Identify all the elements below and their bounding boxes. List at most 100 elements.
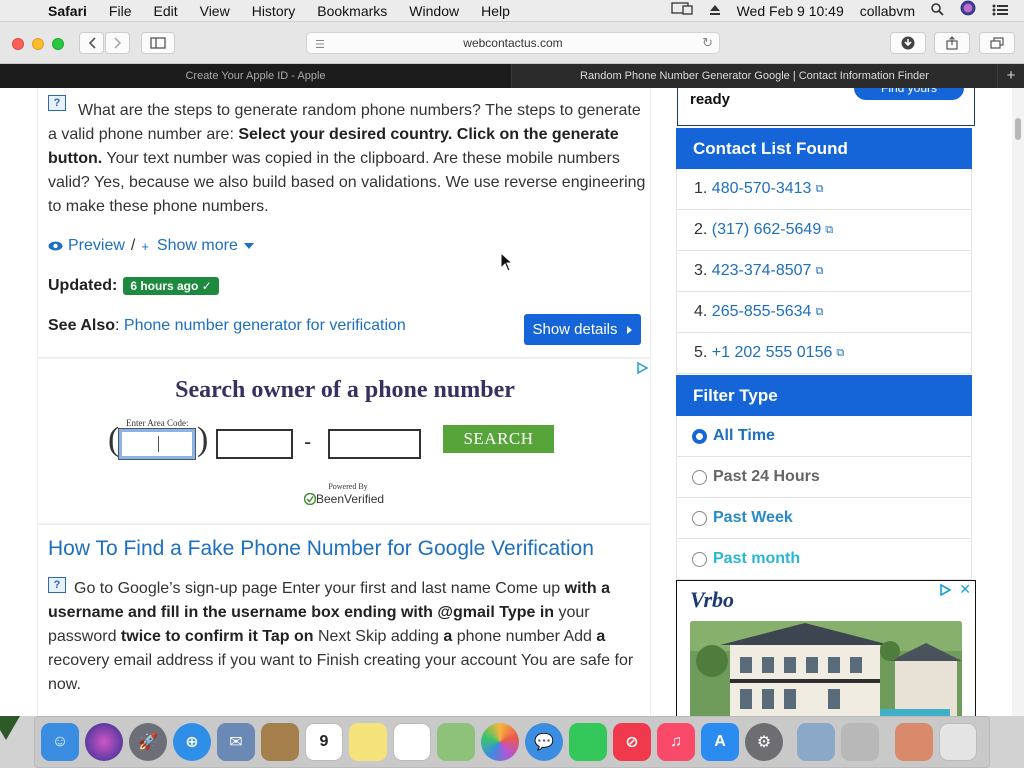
a2-text-3: Next Skip adding xyxy=(313,628,444,645)
radio-icon[interactable] xyxy=(692,469,707,485)
maps-icon[interactable] xyxy=(437,723,475,761)
updated-label: Updated xyxy=(48,277,112,294)
finder-icon[interactable]: ☺ xyxy=(41,723,79,761)
show-more-link[interactable]: + Show more xyxy=(141,237,255,255)
contact-phone-link[interactable]: 265-855-5634 xyxy=(712,303,812,321)
notification-center-icon[interactable] xyxy=(984,0,1016,22)
scrollbar-thumb[interactable] xyxy=(1015,118,1021,140)
music-icon[interactable]: ♫ xyxy=(657,723,695,761)
adchoices-icon[interactable] xyxy=(940,583,952,601)
siri-icon[interactable] xyxy=(952,0,984,22)
photos-icon[interactable] xyxy=(481,723,519,761)
page-scrollbar[interactable] xyxy=(1012,88,1024,716)
display-icon[interactable] xyxy=(663,0,701,22)
menu-app-name[interactable]: Safari xyxy=(44,0,98,22)
preview-link[interactable]: Preview xyxy=(48,237,125,255)
forward-button[interactable] xyxy=(105,32,130,54)
menu-help[interactable]: Help xyxy=(470,0,521,22)
close-window-icon[interactable] xyxy=(12,38,24,50)
desktop-wallpaper-corner xyxy=(0,716,20,740)
article-actions: Preview / + Show more xyxy=(48,237,255,255)
article-card: ? What are the steps to generate random … xyxy=(37,88,651,358)
filter-option-24h[interactable]: Past 24 Hours xyxy=(676,457,972,498)
filter-label: Past Week xyxy=(713,509,793,526)
tab-phone-generator[interactable]: Random Phone Number Generator Google | C… xyxy=(512,64,998,88)
notes-icon[interactable] xyxy=(349,723,387,761)
minimize-window-icon[interactable] xyxy=(32,38,44,50)
contact-phone-link[interactable]: +1 202 555 0156 xyxy=(712,344,833,362)
contact-item[interactable]: 2. (317) 662-5649 ⧉ xyxy=(676,210,972,251)
contact-item[interactable]: 3. 423-374-8507 ⧉ xyxy=(676,251,972,292)
ad-title: Search owner of a phone number xyxy=(175,377,515,403)
tab-create-apple-id[interactable]: Create Your Apple ID - Apple xyxy=(0,64,512,88)
trash-icon[interactable] xyxy=(939,723,977,761)
menu-window[interactable]: Window xyxy=(398,0,470,22)
menu-bookmarks[interactable]: Bookmarks xyxy=(306,0,398,22)
keychain-icon[interactable] xyxy=(841,723,879,761)
messages-icon[interactable]: 💬 xyxy=(525,723,563,761)
reminders-icon[interactable] xyxy=(393,723,431,761)
downloads-stack-icon[interactable] xyxy=(895,723,933,761)
reload-icon[interactable]: ↻ xyxy=(702,35,713,51)
see-also-link[interactable]: Phone number generator for verification xyxy=(124,317,406,334)
contact-item[interactable]: 5. +1 202 555 0156 ⧉ xyxy=(676,333,972,374)
show-details-button[interactable]: Show details xyxy=(524,314,641,345)
filter-option-month[interactable]: Past month xyxy=(676,539,972,580)
tab-overview-button[interactable] xyxy=(979,32,1015,54)
see-also-row: See Also: Phone number generator for ver… xyxy=(48,317,406,334)
safari-icon[interactable]: ⊕ xyxy=(173,723,211,761)
back-button[interactable] xyxy=(79,32,104,54)
phone-line-input[interactable] xyxy=(328,429,421,459)
menu-user[interactable]: collabvm xyxy=(852,0,923,22)
contact-phone-link[interactable]: 480-570-3413 xyxy=(712,180,812,198)
system-preferences-icon[interactable]: ⚙ xyxy=(745,723,783,761)
filter-label: Past 24 Hours xyxy=(713,468,820,485)
filter-option-all-time[interactable]: All Time xyxy=(676,416,972,457)
article-answer: What are the steps to generate random ph… xyxy=(48,99,646,219)
mail-icon[interactable]: ✉ xyxy=(217,723,255,761)
menu-edit[interactable]: Edit xyxy=(142,0,188,22)
check-circle-icon: ✓ xyxy=(201,279,212,293)
calendar-icon[interactable]: 9 xyxy=(305,723,343,761)
contact-item[interactable]: 1. 480-570-3413 ⧉ xyxy=(676,169,972,210)
spotlight-icon[interactable] xyxy=(923,0,952,22)
preview-app-icon[interactable] xyxy=(797,723,835,761)
article-2-title[interactable]: How To Find a Fake Phone Number for Goog… xyxy=(48,537,594,561)
radio-icon[interactable] xyxy=(692,551,707,567)
launchpad-icon[interactable]: 🚀 xyxy=(129,723,167,761)
sidebar-toggle-button[interactable] xyxy=(141,32,175,54)
contact-phone-link[interactable]: (317) 662-5649 xyxy=(712,221,821,239)
find-yours-button[interactable]: Find yours xyxy=(854,88,964,100)
powered-by-label: Powered By xyxy=(328,482,368,491)
app-store-icon[interactable]: A xyxy=(701,723,739,761)
contact-list: Contact List Found 1. 480-570-3413 ⧉ 2. (… xyxy=(676,128,972,374)
reader-icon[interactable]: ☰ xyxy=(315,38,325,51)
filter-option-week[interactable]: Past Week xyxy=(676,498,972,539)
contact-phone-link[interactable]: 423-374-8507 xyxy=(712,262,812,280)
phone-search-button[interactable]: SEARCH xyxy=(443,425,554,453)
news-icon[interactable]: ⊘ xyxy=(613,723,651,761)
radio-selected-icon[interactable] xyxy=(692,428,707,444)
address-bar[interactable]: ☰ webcontactus.com ↻ xyxy=(306,32,720,54)
contact-num: 1. xyxy=(694,180,708,197)
share-button[interactable] xyxy=(934,32,970,54)
eject-icon[interactable] xyxy=(701,0,729,22)
close-ad-icon[interactable]: ✕ xyxy=(959,581,971,598)
filter-type-title: Filter Type xyxy=(676,375,972,416)
facetime-icon[interactable] xyxy=(569,723,607,761)
menu-view[interactable]: View xyxy=(189,0,241,22)
zoom-window-icon[interactable] xyxy=(52,38,64,50)
filter-label: Past month xyxy=(713,550,801,567)
phone-prefix-input[interactable] xyxy=(216,429,293,459)
radio-icon[interactable] xyxy=(692,510,707,526)
downloads-button[interactable] xyxy=(890,32,926,54)
contacts-icon[interactable] xyxy=(261,723,299,761)
menu-clock[interactable]: Wed Feb 9 10:49 xyxy=(729,0,852,22)
menu-history[interactable]: History xyxy=(241,0,307,22)
menu-file[interactable]: File xyxy=(98,0,143,22)
vrbo-ad[interactable]: Vrbo ✕ xyxy=(676,580,976,716)
area-code-input[interactable] xyxy=(118,428,196,460)
siri-dock-icon[interactable] xyxy=(85,723,123,761)
new-tab-button[interactable]: + xyxy=(998,64,1024,88)
contact-item[interactable]: 4. 265-855-5634 ⧉ xyxy=(676,292,972,333)
